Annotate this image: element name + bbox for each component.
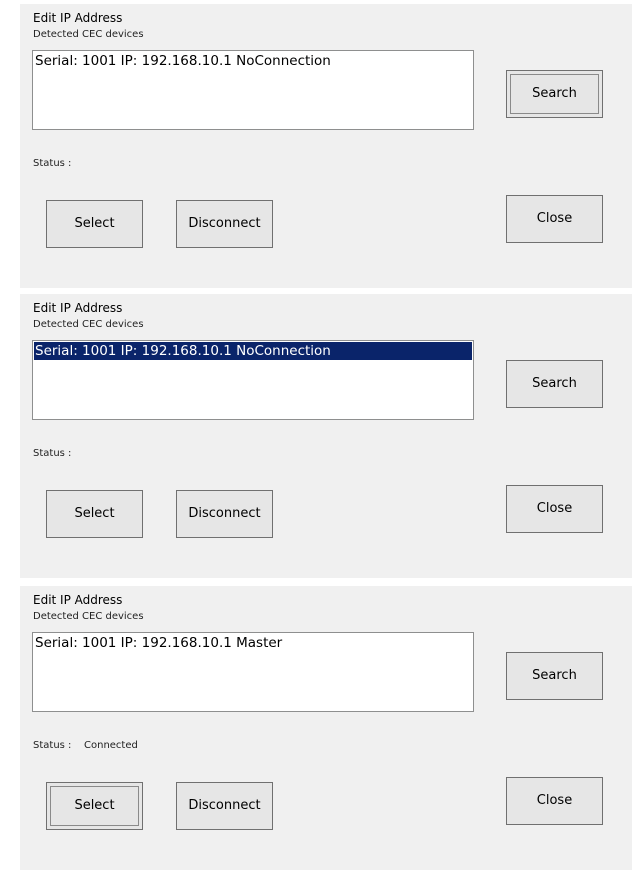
disconnect-button[interactable]: Disconnect	[176, 782, 273, 830]
device-list-item-selected[interactable]: Serial: 1001 IP: 192.168.10.1 NoConnecti…	[34, 342, 472, 360]
device-list[interactable]: Serial: 1001 IP: 192.168.10.1 NoConnecti…	[32, 340, 474, 420]
detected-devices-label: Detected CEC devices	[33, 611, 144, 622]
status-value: Connected	[84, 740, 138, 751]
detected-devices-label: Detected CEC devices	[33, 319, 144, 330]
search-button[interactable]: Search	[506, 652, 603, 700]
close-button[interactable]: Close	[506, 777, 603, 825]
close-button[interactable]: Close	[506, 195, 603, 243]
device-list-item[interactable]: Serial: 1001 IP: 192.168.10.1 Master	[34, 634, 472, 652]
select-button[interactable]: Select	[46, 782, 143, 830]
dialog-title: Edit IP Address	[33, 11, 123, 25]
close-button[interactable]: Close	[506, 485, 603, 533]
status-label: Status :	[33, 740, 72, 751]
detected-devices-label: Detected CEC devices	[33, 29, 144, 40]
device-list[interactable]: Serial: 1001 IP: 192.168.10.1 NoConnecti…	[32, 50, 474, 130]
select-button[interactable]: Select	[46, 490, 143, 538]
select-button[interactable]: Select	[46, 200, 143, 248]
disconnect-button[interactable]: Disconnect	[176, 490, 273, 538]
device-list-item[interactable]: Serial: 1001 IP: 192.168.10.1 NoConnecti…	[34, 52, 472, 70]
status-label: Status :	[33, 158, 72, 169]
edit-ip-dialog-1: Edit IP Address Detected CEC devices Ser…	[20, 4, 632, 288]
search-button[interactable]: Search	[506, 70, 603, 118]
dialog-title: Edit IP Address	[33, 593, 123, 607]
dialog-title: Edit IP Address	[33, 301, 123, 315]
disconnect-button[interactable]: Disconnect	[176, 200, 273, 248]
search-button[interactable]: Search	[506, 360, 603, 408]
edit-ip-dialog-3: Edit IP Address Detected CEC devices Ser…	[20, 586, 632, 870]
edit-ip-dialog-2: Edit IP Address Detected CEC devices Ser…	[20, 294, 632, 578]
device-list[interactable]: Serial: 1001 IP: 192.168.10.1 Master	[32, 632, 474, 712]
status-label: Status :	[33, 448, 72, 459]
